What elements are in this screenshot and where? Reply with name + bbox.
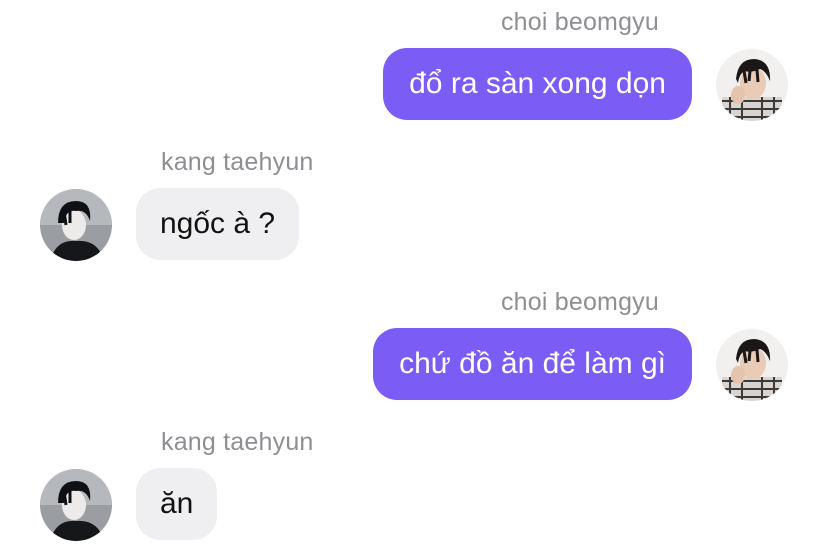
message-bubble-incoming[interactable]: ngốc à ?: [136, 188, 300, 260]
chat-thread: choi beomgyu đổ ra sàn xong dọn kang tae…: [0, 0, 828, 556]
taehyun-avatar[interactable]: [40, 189, 112, 261]
sender-name: kang taehyun: [161, 148, 314, 176]
sender-name: choi beomgyu: [500, 8, 659, 36]
message-bubble-outgoing[interactable]: chứ đồ ăn để làm gì: [373, 328, 692, 400]
message-bubble-incoming[interactable]: ăn: [136, 468, 218, 540]
beomgyu-avatar[interactable]: [716, 49, 788, 121]
sender-name: kang taehyun: [161, 428, 314, 456]
sender-name: choi beomgyu: [500, 288, 659, 316]
beomgyu-avatar[interactable]: [716, 329, 788, 401]
taehyun-avatar[interactable]: [40, 469, 112, 541]
message-bubble-outgoing[interactable]: đổ ra sàn xong dọn: [383, 48, 692, 120]
